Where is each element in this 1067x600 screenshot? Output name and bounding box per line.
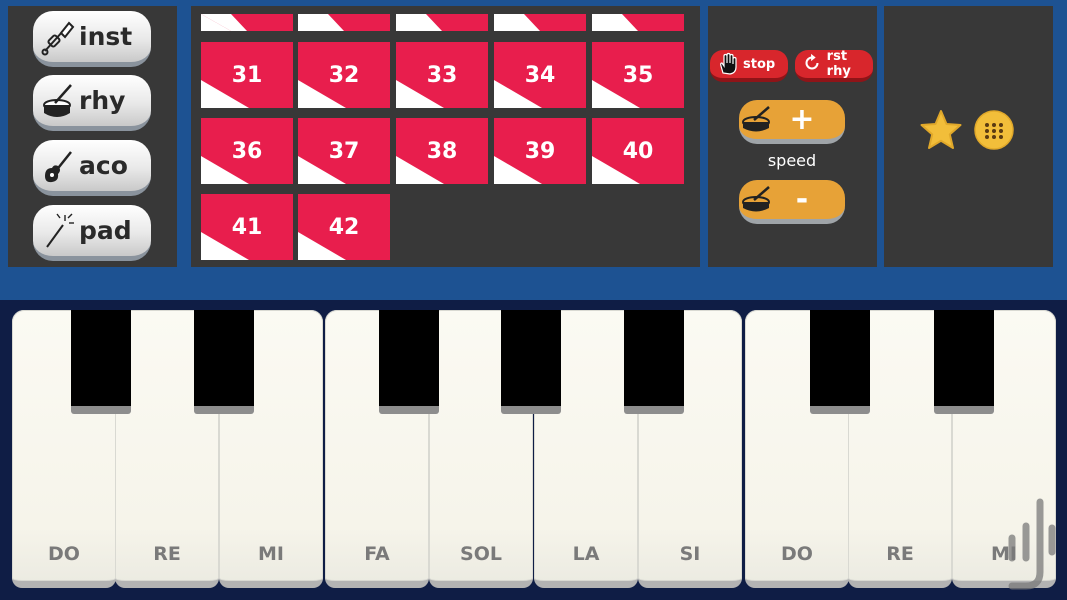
hand-stop-icon xyxy=(716,52,740,76)
pattern-tile[interactable]: 34 xyxy=(494,42,586,108)
pattern-number: 42 xyxy=(328,214,360,240)
stop-label: stop xyxy=(743,56,776,72)
speed-up-button[interactable]: + xyxy=(739,100,845,144)
pattern-number: 35 xyxy=(622,62,654,88)
pattern-tile-partial[interactable] xyxy=(494,14,586,31)
trumpet-icon xyxy=(41,17,75,57)
stop-button[interactable]: stop xyxy=(710,50,788,82)
instrument-label: rhy xyxy=(79,86,126,115)
black-key[interactable] xyxy=(71,310,131,414)
pattern-tile[interactable]: 35 xyxy=(592,42,684,108)
note-label: RE xyxy=(886,543,914,565)
drum-icon xyxy=(41,81,75,121)
speed-down-button[interactable]: - xyxy=(739,180,845,224)
note-label: MI xyxy=(258,543,284,565)
pattern-number: 41 xyxy=(231,214,263,240)
black-key[interactable] xyxy=(810,310,870,414)
note-label: FA xyxy=(364,543,390,565)
star-icon[interactable] xyxy=(919,108,963,156)
pattern-number: 36 xyxy=(231,138,263,164)
instrument-button-inst[interactable]: inst xyxy=(33,11,151,67)
instrument-button-rhy[interactable]: rhy xyxy=(33,75,151,131)
watermark-logo-icon xyxy=(1000,492,1058,592)
note-label: SI xyxy=(679,543,701,565)
grid-menu-icon[interactable] xyxy=(974,110,1014,154)
note-label: LA xyxy=(572,543,600,565)
pattern-tile-partial[interactable] xyxy=(298,14,390,31)
pattern-number: 40 xyxy=(622,138,654,164)
pattern-tile[interactable]: 31 xyxy=(201,42,293,108)
note-label: DO xyxy=(781,543,813,565)
pattern-tile[interactable]: 32 xyxy=(298,42,390,108)
reset-label: rst rhy xyxy=(826,49,851,79)
pattern-tile-partial[interactable] xyxy=(201,14,293,31)
pattern-number: 31 xyxy=(231,62,263,88)
pattern-tile[interactable]: 37 xyxy=(298,118,390,184)
pattern-number: 39 xyxy=(524,138,556,164)
pattern-number: 32 xyxy=(328,62,360,88)
instrument-button-pad[interactable]: pad xyxy=(33,205,151,261)
drum-icon xyxy=(741,184,773,216)
instrument-button-aco[interactable]: aco xyxy=(33,140,151,196)
plus-sign: + xyxy=(789,101,815,137)
refresh-icon xyxy=(801,52,824,76)
pattern-number: 38 xyxy=(426,138,458,164)
note-label: RE xyxy=(153,543,181,565)
note-label: DO xyxy=(48,543,80,565)
pattern-number: 33 xyxy=(426,62,458,88)
pattern-tile[interactable]: 38 xyxy=(396,118,488,184)
pattern-tile[interactable]: 36 xyxy=(201,118,293,184)
pattern-tile[interactable]: 42 xyxy=(298,194,390,260)
pattern-number: 34 xyxy=(524,62,556,88)
guitar-icon xyxy=(41,146,75,186)
pattern-number: 37 xyxy=(328,138,360,164)
instrument-label: inst xyxy=(79,22,133,51)
speed-label: speed xyxy=(767,151,817,170)
favorites-panel xyxy=(884,6,1053,267)
note-label: SOL xyxy=(460,543,502,565)
black-key[interactable] xyxy=(501,310,561,414)
minus-sign: - xyxy=(795,181,809,217)
instrument-label: pad xyxy=(79,216,132,245)
pattern-tile-partial[interactable] xyxy=(396,14,488,31)
pattern-tile[interactable]: 40 xyxy=(592,118,684,184)
black-key[interactable] xyxy=(624,310,684,414)
reset-rhythm-button[interactable]: rst rhy xyxy=(795,49,873,82)
pattern-tile[interactable]: 39 xyxy=(494,118,586,184)
black-key[interactable] xyxy=(934,310,994,414)
magic-wand-icon xyxy=(41,211,75,251)
pattern-tile[interactable]: 33 xyxy=(396,42,488,108)
instrument-label: aco xyxy=(79,151,128,180)
black-key[interactable] xyxy=(379,310,439,414)
drum-icon xyxy=(741,104,773,136)
pattern-tile-partial[interactable] xyxy=(592,14,684,31)
pattern-tile[interactable]: 41 xyxy=(201,194,293,260)
black-key[interactable] xyxy=(194,310,254,414)
